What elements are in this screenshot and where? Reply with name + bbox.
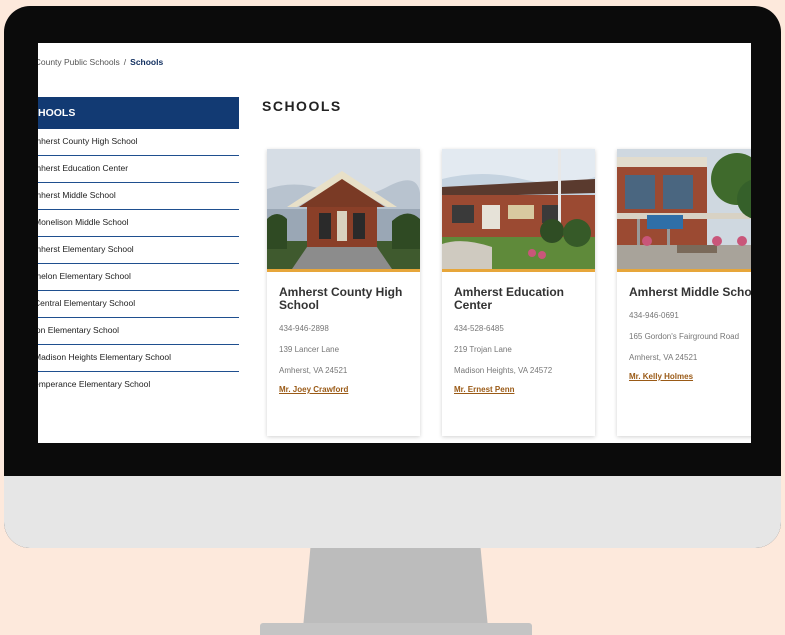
screen: t County Public Schools / Schools HOOLS mh… [38,43,751,443]
breadcrumb: t County Public Schools / Schools [38,57,163,67]
school-name[interactable]: Amherst County High School [279,286,408,312]
sidebar-item-amherst-elementary[interactable]: mherst Elementary School [38,237,239,264]
principal-link[interactable]: Mr. Ernest Penn [454,385,583,394]
principal-link[interactable]: Mr. Joey Crawford [279,385,408,394]
sidebar-list: mherst County High School mherst Educati… [38,129,239,398]
monitor-stand-base [260,623,532,635]
sidebar-item-amherst-county-high[interactable]: mherst County High School [38,129,239,156]
school-card[interactable]: Amherst Middle Schoo 434-946-0691 165 Go… [617,149,751,436]
school-phone: 434-946-2898 [279,324,329,333]
breadcrumb-current: Schools [130,57,164,67]
sidebar-item-elon-elementary[interactable]: lon Elementary School [38,318,239,345]
school-phone: 434-946-0691 [629,311,679,320]
school-city: Madison Heights, VA 24572 [454,366,553,375]
sidebar-item-central-elementary[interactable]: Central Elementary School [38,291,239,318]
sidebar-item-madison-heights-elementary[interactable]: Madison Heights Elementary School [38,345,239,372]
sidebar-item-temperance-elementary[interactable]: emperance Elementary School [38,372,239,398]
school-address: 165 Gordon's Fairground Road [629,332,740,341]
breadcrumb-parent-link[interactable]: t County Public Schools [38,57,120,67]
school-name[interactable]: Amherst Middle Schoo [629,286,751,299]
school-name[interactable]: Amherst Education Center [454,286,583,312]
breadcrumb-separator: / [123,57,127,67]
school-city: Amherst, VA 24521 [629,353,698,362]
sidebar-item-amelon-elementary[interactable]: melon Elementary School [38,264,239,291]
school-card[interactable]: Amherst Education Center 434-528-6485 21… [442,149,595,436]
monitor-stand [303,548,488,628]
school-city: Amherst, VA 24521 [279,366,348,375]
principal-link[interactable]: Mr. Kelly Holmes [629,372,751,381]
monitor-chin [4,476,781,548]
sidebar-item-amherst-education-center[interactable]: mherst Education Center [38,156,239,183]
school-photo [267,149,420,272]
school-photo [617,149,751,272]
school-photo [442,149,595,272]
sidebar-nav: HOOLS mherst County High School mherst E… [38,97,239,398]
school-card[interactable]: Amherst County High School 434-946-2898 … [267,149,420,436]
page-title: SCHOOLS [262,98,342,114]
school-phone: 434-528-6485 [454,324,504,333]
sidebar-item-amherst-middle[interactable]: mherst Middle School [38,183,239,210]
school-address: 219 Trojan Lane [454,345,512,354]
school-address: 139 Lancer Lane [279,345,340,354]
sidebar-item-monelison-middle[interactable]: Monelison Middle School [38,210,239,237]
sidebar-header[interactable]: HOOLS [38,97,239,129]
